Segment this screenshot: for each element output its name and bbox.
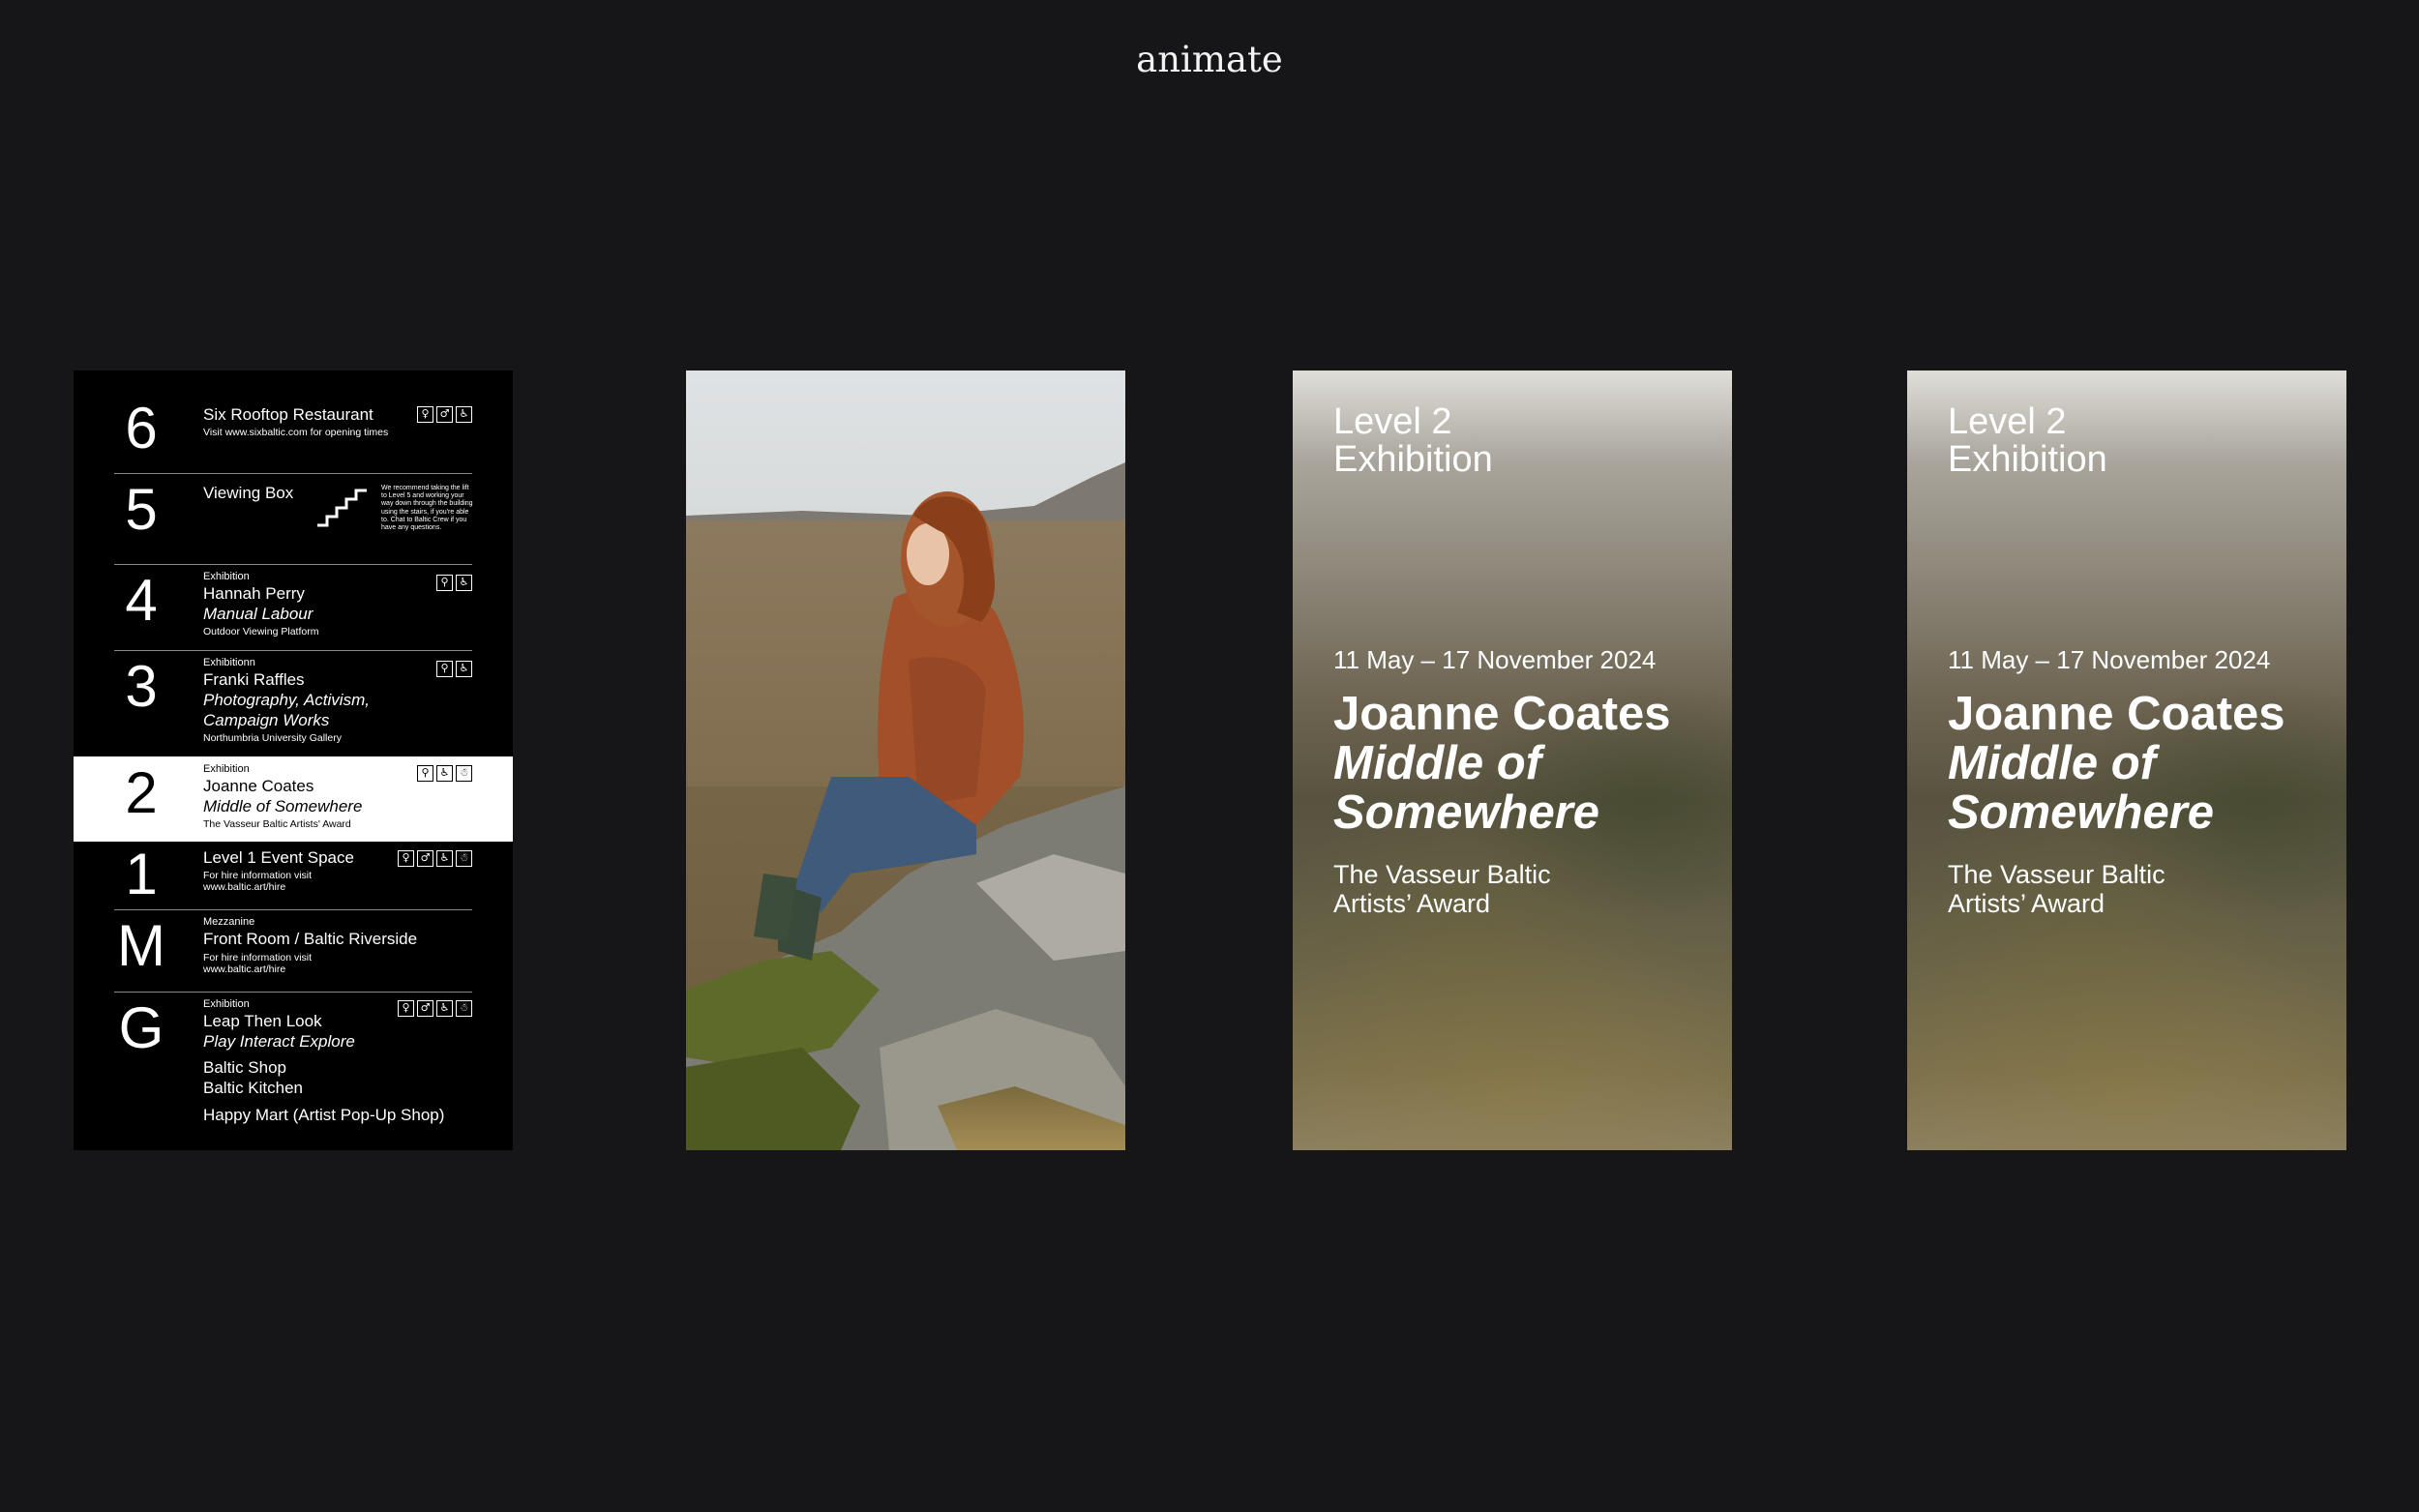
floor-number: G bbox=[118, 995, 164, 1060]
divider bbox=[114, 992, 472, 993]
floor-subtitle: Photography, Activism, bbox=[203, 691, 370, 709]
floor-6: 6 Six Rooftop Restaurant Visit www.sixba… bbox=[74, 371, 513, 473]
wheelchair-icon: ♿ bbox=[436, 1000, 453, 1017]
poster-level: Level 2 bbox=[1333, 401, 1452, 442]
floor-4: 4 Exhibition Hannah Perry Manual Labour … bbox=[74, 564, 513, 650]
floor-number: 1 bbox=[125, 842, 158, 906]
divider bbox=[114, 650, 472, 651]
toilet-icon: ♀ bbox=[398, 1000, 414, 1017]
floor-note: www.baltic.art/hire bbox=[203, 881, 286, 893]
toilet-icon: ♂ bbox=[417, 1000, 433, 1017]
toilet-icon: ♂ bbox=[417, 850, 433, 867]
floor-note: The Vasseur Baltic Artists' Award bbox=[203, 818, 351, 830]
wheelchair-icon: ♿ bbox=[456, 575, 472, 591]
divider bbox=[114, 473, 472, 474]
divider bbox=[114, 564, 472, 565]
poster-title: Middle of bbox=[1333, 737, 1542, 789]
baby-change-icon: ☃ bbox=[456, 765, 472, 782]
accessible-toilet-icon: ⚲ bbox=[417, 765, 433, 782]
floor-number: M bbox=[117, 913, 165, 978]
artist-photo-panel bbox=[686, 371, 1125, 1150]
floor-1: 1 Level 1 Event Space For hire informati… bbox=[74, 842, 513, 909]
poster-level-sub: Exhibition bbox=[1948, 439, 2107, 480]
accessible-toilet-icon: ⚲ bbox=[436, 575, 453, 591]
floor-number: 5 bbox=[125, 477, 158, 542]
floor-directory-panel: 6 Six Rooftop Restaurant Visit www.sixba… bbox=[74, 371, 513, 1150]
toilet-icon: ♀ bbox=[417, 406, 433, 423]
floor-note: www.baltic.art/hire bbox=[203, 964, 286, 975]
floor-note: Visit www.sixbaltic.com for opening time… bbox=[203, 427, 389, 438]
floor-ground: G Exhibition Leap Then Look Play Interac… bbox=[74, 992, 513, 1150]
poster-title: Somewhere bbox=[1333, 786, 1600, 839]
poster-award: Artists’ Award bbox=[1948, 889, 2105, 918]
floor-note: Northumbria University Gallery bbox=[203, 732, 342, 744]
wheelchair-icon: ♿ bbox=[436, 765, 453, 782]
baby-change-icon: ☃ bbox=[456, 850, 472, 867]
floor-label: Mezzanine bbox=[203, 916, 255, 928]
toilet-icon: ♂ bbox=[436, 406, 453, 423]
poster-title: Somewhere bbox=[1948, 786, 2215, 839]
exhibition-poster: Level 2 Exhibition 11 May – 17 November … bbox=[1907, 371, 2346, 1150]
floor-note: For hire information visit bbox=[203, 870, 313, 881]
wheelchair-icon: ♿ bbox=[456, 661, 472, 677]
floor-3: 3 Exhibitionn Franki Raffles Photography… bbox=[74, 650, 513, 756]
accessible-toilet-icon: ⚲ bbox=[436, 661, 453, 677]
floor-note: For hire information visit bbox=[203, 952, 313, 964]
poster-award: The Vasseur Baltic bbox=[1948, 860, 2165, 889]
poster-dates: 11 May – 17 November 2024 bbox=[1333, 645, 1657, 674]
floor-subtitle: Middle of Somewhere bbox=[203, 797, 363, 815]
floor-subtitle: Manual Labour bbox=[203, 605, 314, 623]
floor-2: 2 Exhibition Joanne Coates Middle of Som… bbox=[74, 756, 513, 842]
floor-subtitle: Campaign Works bbox=[203, 711, 330, 729]
artist-photo bbox=[686, 371, 1125, 1150]
poster-award: Artists’ Award bbox=[1333, 889, 1491, 918]
wheelchair-icon: ♿ bbox=[456, 406, 472, 423]
poster-award: The Vasseur Baltic bbox=[1333, 860, 1551, 889]
baby-change-icon: ☃ bbox=[456, 1000, 472, 1017]
floor-mezzanine: M Mezzanine Front Room / Baltic Riversid… bbox=[74, 909, 513, 992]
floor-number: 4 bbox=[125, 568, 158, 633]
poster-dates: 11 May – 17 November 2024 bbox=[1948, 645, 2271, 674]
floor-venue: Baltic Kitchen bbox=[203, 1079, 303, 1097]
floor-note: Outdoor Viewing Platform bbox=[203, 626, 319, 637]
floor-number: 6 bbox=[125, 396, 158, 460]
poster-artist: Joanne Coates bbox=[1333, 688, 1671, 740]
floor-number: 3 bbox=[125, 654, 158, 719]
wheelchair-icon: ♿ bbox=[436, 850, 453, 867]
floor-name: Front Room / Baltic Riverside bbox=[203, 930, 418, 948]
floor-number: 2 bbox=[125, 760, 158, 825]
floor-venue: Baltic Shop bbox=[203, 1058, 286, 1077]
poster-level: Level 2 bbox=[1948, 401, 2067, 442]
exhibition-poster: Level 2 Exhibition 11 May – 17 November … bbox=[1293, 371, 1732, 1150]
page-title: animate bbox=[1136, 39, 1283, 80]
divider bbox=[114, 909, 472, 910]
stairs-icon bbox=[317, 489, 367, 527]
poster-level-sub: Exhibition bbox=[1333, 439, 1493, 480]
poster-artist: Joanne Coates bbox=[1948, 688, 2285, 740]
toilet-icon: ♀ bbox=[398, 850, 414, 867]
floor-venue: Happy Mart (Artist Pop-Up Shop) bbox=[203, 1106, 445, 1124]
poster-title: Middle of bbox=[1948, 737, 2157, 789]
floor-5: 5 Viewing Box We recommend taking the li… bbox=[74, 473, 513, 564]
stairs-note: We recommend taking the lift to Level 5 … bbox=[381, 485, 473, 532]
floor-subtitle: Play Interact Explore bbox=[203, 1032, 355, 1051]
